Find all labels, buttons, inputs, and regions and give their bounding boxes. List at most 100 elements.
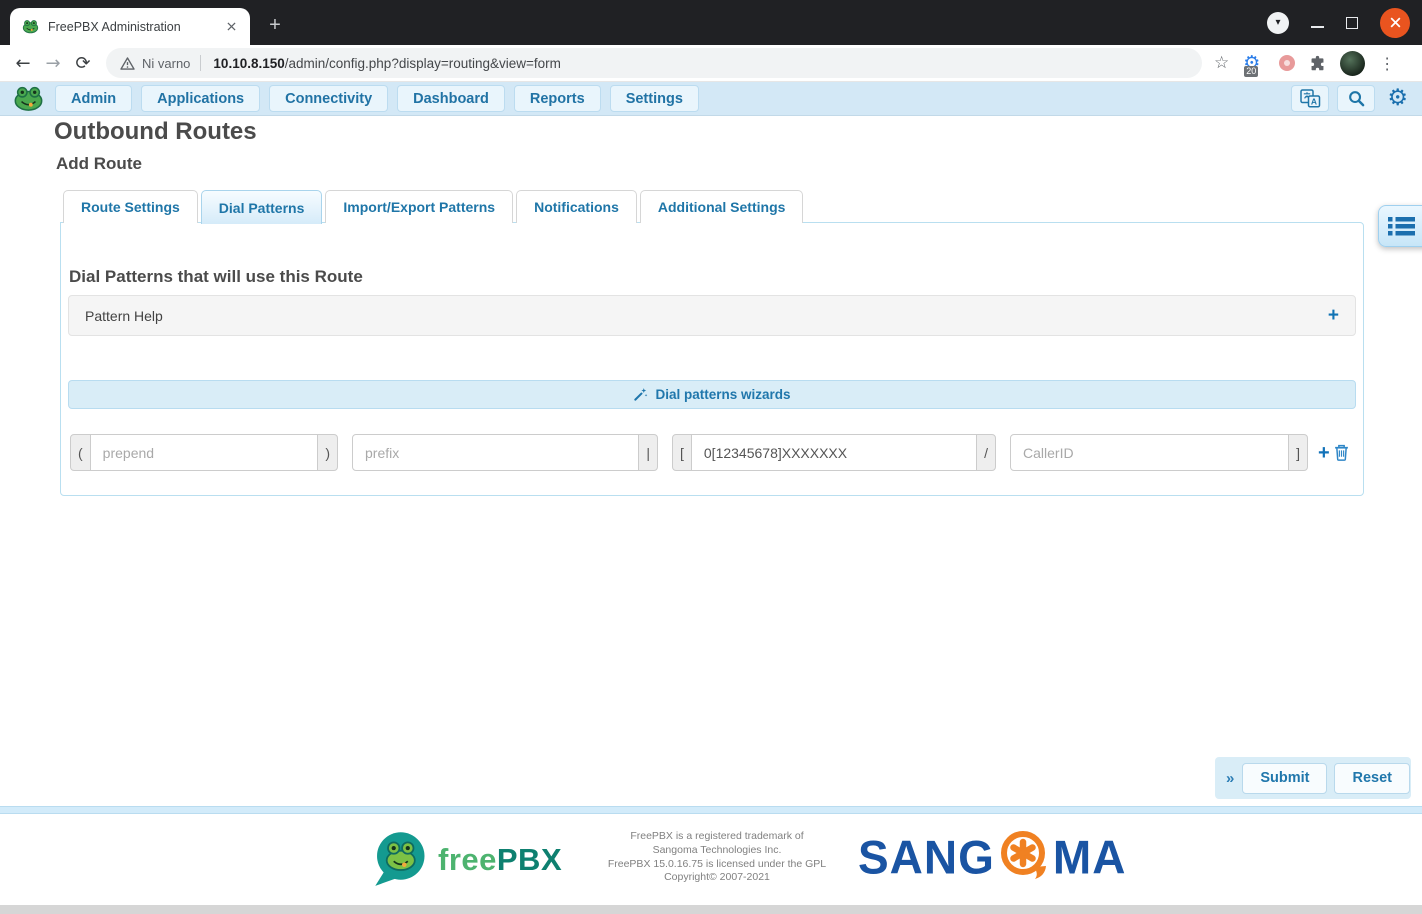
copyright-line-3: FreePBX 15.0.16.75 is licensed under the… xyxy=(607,857,827,870)
freepbx-wordmark: freePBX xyxy=(438,842,562,878)
extensions-puzzle-icon[interactable] xyxy=(1309,55,1326,72)
magic-wand-icon xyxy=(634,388,648,401)
url-host: 10.10.8.150 xyxy=(213,55,285,71)
page-subtitle: Add Route xyxy=(56,154,142,173)
main-content: Outbound Routes Add Route Route Settings… xyxy=(0,116,1422,806)
tab-close-icon[interactable] xyxy=(222,18,240,36)
sangoma-bubble-asterisk-icon xyxy=(1000,831,1046,879)
freepbx-frog-logo-icon[interactable] xyxy=(13,85,44,112)
expand-plus-icon[interactable]: + xyxy=(1328,305,1339,327)
panel-heading: Dial Patterns that will use this Route xyxy=(69,267,363,286)
url-divider xyxy=(200,55,202,71)
search-icon xyxy=(1349,91,1365,107)
close-paren-addon: ) xyxy=(317,434,338,471)
list-icon xyxy=(1388,216,1415,235)
sangoma-logo: SANG MA xyxy=(858,828,1126,886)
freepbx-bubble-frog-icon xyxy=(375,832,425,886)
open-paren-addon: ( xyxy=(70,434,91,471)
sidebar-list-toggle-button[interactable] xyxy=(1378,205,1422,247)
copyright-line-2: Sangoma Technologies Inc. xyxy=(652,843,782,856)
language-button[interactable]: A xyxy=(1291,85,1330,112)
extension-dot-icon[interactable] xyxy=(1279,55,1296,71)
pattern-help-label: Pattern Help xyxy=(85,307,163,324)
reset-button[interactable]: Reset xyxy=(1334,762,1410,794)
sangoma-suffix: MA xyxy=(1052,830,1127,884)
close-bracket-addon: ] xyxy=(1288,434,1308,471)
brand-pbx: PBX xyxy=(496,841,563,877)
route-tabs: Route Settings Dial Patterns Import/Expo… xyxy=(63,190,806,224)
footer: freePBX FreePBX is a registered trademar… xyxy=(0,814,1422,905)
settings-gear-icon[interactable]: ⚙ xyxy=(1387,85,1408,112)
match-pattern-group: [ / xyxy=(672,434,996,471)
sangoma-prefix: SANG xyxy=(858,830,995,884)
tab-dial-patterns[interactable]: Dial Patterns xyxy=(200,190,323,224)
bookmark-star-icon[interactable]: ☆ xyxy=(1214,53,1229,73)
freepbx-navbar: Admin Applications Connectivity Dashboar… xyxy=(0,82,1422,116)
tab-search-icon[interactable]: ▾ xyxy=(1267,11,1289,34)
prepend-group: ( ) xyxy=(70,434,338,471)
browser-toolbar: ← → ⟳ Ni varno 10.10.8.150 /admin/config… xyxy=(0,45,1422,82)
dial-patterns-wizards-button[interactable]: Dial patterns wizards xyxy=(68,380,1356,409)
browser-titlebar: FreePBX Administration + ▾ xyxy=(0,0,1422,45)
footer-separator xyxy=(0,806,1422,814)
copyright-text: FreePBX is a registered trademark of San… xyxy=(562,830,872,885)
new-tab-button[interactable]: + xyxy=(262,12,288,38)
brand-free: free xyxy=(438,841,497,877)
callerid-input[interactable] xyxy=(1010,434,1290,471)
profile-avatar[interactable] xyxy=(1340,50,1366,76)
menu-connectivity[interactable]: Connectivity xyxy=(269,85,389,112)
freepbx-favicon-frog-icon xyxy=(22,20,39,34)
match-pattern-input[interactable] xyxy=(690,434,978,471)
form-actions: » Submit Reset xyxy=(1215,757,1411,799)
browser-window: FreePBX Administration + ▾ ← → ⟳ Ni varn… xyxy=(0,0,1422,914)
security-label[interactable]: Ni varno xyxy=(142,56,190,71)
maximize-icon[interactable] xyxy=(1346,16,1358,29)
browser-tab[interactable]: FreePBX Administration xyxy=(10,8,250,45)
menu-reports[interactable]: Reports xyxy=(513,85,601,112)
tab-additional-settings[interactable]: Additional Settings xyxy=(639,190,804,223)
row-action-icons: + xyxy=(1318,443,1349,463)
back-icon[interactable]: ← xyxy=(8,53,38,74)
forward-icon[interactable]: → xyxy=(38,53,68,74)
page-bottom-edge xyxy=(0,905,1422,914)
prefix-group: | xyxy=(352,434,658,471)
menu-dashboard[interactable]: Dashboard xyxy=(397,85,505,112)
collapse-chevrons-icon[interactable]: » xyxy=(1226,770,1234,787)
wizards-button-label: Dial patterns wizards xyxy=(655,387,791,402)
menu-applications[interactable]: Applications xyxy=(141,85,261,112)
prefix-input[interactable] xyxy=(352,434,640,471)
pattern-help-accordion[interactable]: Pattern Help + xyxy=(68,295,1356,336)
add-pattern-icon[interactable]: + xyxy=(1318,443,1330,463)
not-secure-warning-icon xyxy=(120,56,135,70)
dial-pattern-row: ( ) | [ / ] + xyxy=(70,434,1349,471)
tab-notifications[interactable]: Notifications xyxy=(516,190,637,223)
pipe-addon: | xyxy=(638,434,658,471)
callerid-group: ] xyxy=(1010,434,1308,471)
menu-settings[interactable]: Settings xyxy=(609,85,699,112)
extension-badge: 20 xyxy=(1244,66,1259,77)
prepend-input[interactable] xyxy=(89,434,319,471)
window-controls: ▾ xyxy=(1267,0,1410,45)
reload-icon[interactable]: ⟳ xyxy=(68,53,98,74)
extension-gear-icon[interactable]: ⚙ 20 xyxy=(1243,52,1265,77)
language-icon: A xyxy=(1300,89,1321,108)
browser-menu-icon[interactable]: ⋮ xyxy=(1379,54,1395,73)
slash-addon: / xyxy=(976,434,996,471)
svg-text:A: A xyxy=(1311,97,1317,107)
dial-patterns-panel: Dial Patterns that will use this Route P… xyxy=(60,222,1364,496)
minimize-icon[interactable] xyxy=(1311,25,1324,28)
url-bar[interactable]: Ni varno 10.10.8.150 /admin/config.php?d… xyxy=(106,48,1202,78)
search-button[interactable] xyxy=(1337,85,1376,112)
close-window-icon[interactable] xyxy=(1380,7,1410,38)
submit-button[interactable]: Submit xyxy=(1242,762,1328,794)
tab-route-settings[interactable]: Route Settings xyxy=(63,190,198,223)
freepbx-footer-logo: freePBX xyxy=(370,831,562,888)
tab-title: FreePBX Administration xyxy=(48,19,181,34)
toolbar-right: ☆ ⚙ 20 ⋮ xyxy=(1214,50,1401,77)
open-bracket-addon: [ xyxy=(672,434,692,471)
delete-pattern-trash-icon[interactable] xyxy=(1334,444,1349,461)
menu-admin[interactable]: Admin xyxy=(55,85,133,112)
tab-import-export-patterns[interactable]: Import/Export Patterns xyxy=(325,190,514,223)
page-title: Outbound Routes xyxy=(54,118,257,145)
url-path: /admin/config.php?display=routing&view=f… xyxy=(284,55,561,71)
